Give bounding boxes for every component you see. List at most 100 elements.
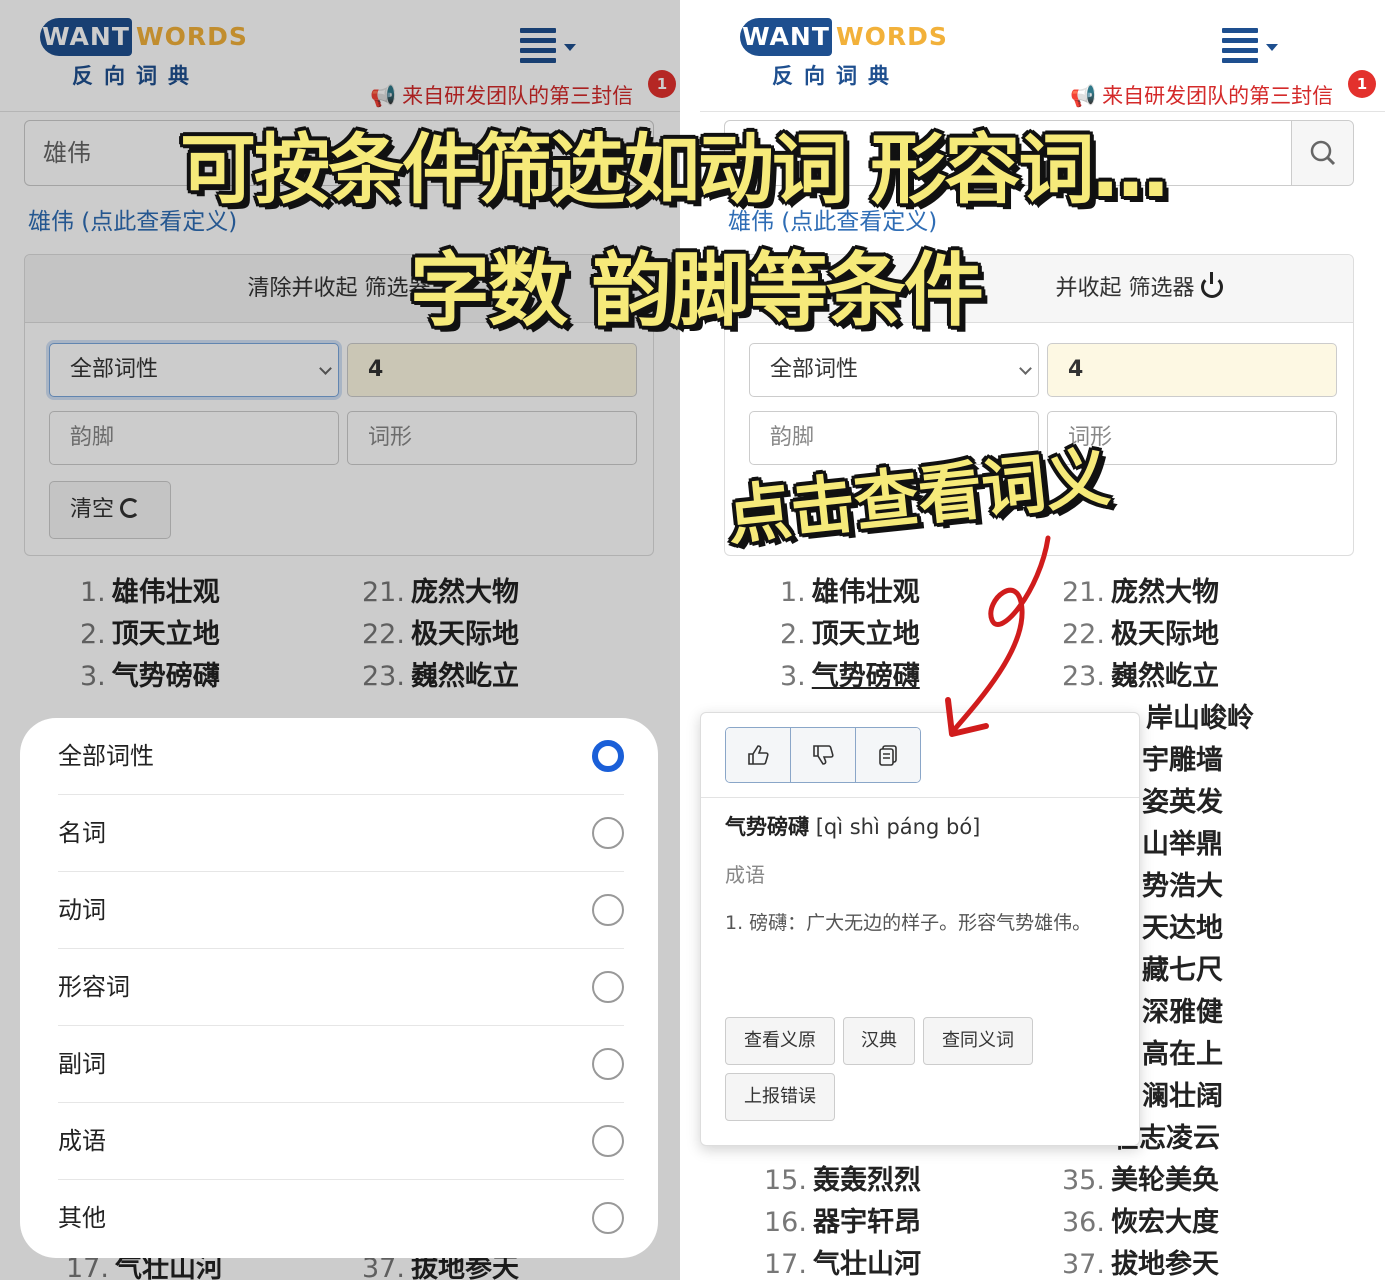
feedback-button-group <box>725 727 921 783</box>
length-input[interactable]: 4 <box>1047 343 1337 397</box>
item-word: 深雅健 <box>1142 997 1223 1028</box>
annotation-arrow-icon <box>945 535 1051 737</box>
item-number: 2. <box>780 619 806 650</box>
popover-divider <box>701 797 1139 798</box>
radio-icon[interactable] <box>592 1202 624 1234</box>
handian-button[interactable]: 汉典 <box>843 1017 915 1065</box>
item-number: 3. <box>780 661 806 692</box>
item-word: 器宇轩昂 <box>812 1207 921 1238</box>
definition-popover: 气势磅礴 [qì shì páng bó] 成语 1. 磅礴：广大无边的样子。形… <box>700 712 1140 1146</box>
item-number: 37. <box>1062 1249 1105 1280</box>
caption-line-2: 字数 韵脚等条件 <box>410 244 984 337</box>
list-item[interactable]: 势浩大 <box>1136 866 1223 908</box>
option-adverb[interactable]: 副词 <box>58 1026 624 1103</box>
search-button[interactable] <box>1291 121 1353 185</box>
item-word: 气壮山河 <box>812 1249 921 1280</box>
megaphone-icon: 📢 <box>1070 84 1097 108</box>
list-item[interactable]: 天达地 <box>1136 908 1223 950</box>
copy-icon <box>879 745 897 766</box>
radio-icon[interactable] <box>592 894 624 926</box>
popover-pinyin: [qì shì páng bó] <box>815 815 981 839</box>
list-item[interactable]: 澜壮阔 <box>1136 1076 1223 1118</box>
thumbs-up-button[interactable] <box>726 728 791 782</box>
list-item[interactable]: 17. 气壮山河 <box>764 1244 921 1280</box>
popover-pos-tag: 成语 <box>725 863 765 887</box>
item-word: 藏七尺 <box>1142 955 1223 986</box>
thumbs-down-icon <box>813 745 834 765</box>
item-number: 36. <box>1062 1207 1105 1238</box>
copy-button[interactable] <box>856 728 920 782</box>
option-all[interactable]: 全部词性 <box>58 718 624 795</box>
list-item[interactable]: 36. 恢宏大度 <box>1062 1202 1219 1244</box>
app-header: WANT WORDS 反向词典 📢 来自研发团队的第三封信 1 <box>700 0 1385 112</box>
pos-select[interactable]: 全部词性 <box>749 343 1039 397</box>
filter-header-label: 并收起 筛选器 <box>1055 276 1195 301</box>
logo-want: WANT <box>740 18 832 56</box>
radio-icon[interactable] <box>592 817 624 849</box>
list-item[interactable]: 35. 美轮美奂 <box>1062 1160 1219 1202</box>
radio-selected-icon[interactable] <box>592 740 624 772</box>
synonyms-button[interactable]: 查同义词 <box>923 1017 1033 1065</box>
item-word: 姿英发 <box>1142 787 1223 818</box>
option-other[interactable]: 其他 <box>58 1180 624 1257</box>
item-word: 山举鼎 <box>1142 829 1223 860</box>
option-verb[interactable]: 动词 <box>58 872 624 949</box>
option-label: 形容词 <box>58 973 130 1001</box>
item-number: 1. <box>780 577 806 608</box>
list-item[interactable]: 岸山峻岭 <box>1140 698 1254 740</box>
list-item[interactable]: 1. 雄伟壮观 <box>780 572 920 614</box>
hamburger-icon <box>1222 28 1258 64</box>
popover-title: 气势磅礴 [qì shì páng bó] <box>725 811 980 841</box>
list-item[interactable]: 21. 庞然大物 <box>1062 572 1219 614</box>
option-label: 副词 <box>58 1050 106 1078</box>
list-item[interactable]: 山举鼎 <box>1136 824 1223 866</box>
list-item[interactable]: 37. 拔地参天 <box>1062 1244 1219 1280</box>
option-adjective[interactable]: 形容词 <box>58 949 624 1026</box>
notice-link[interactable]: 📢 来自研发团队的第三封信 <box>1070 80 1333 110</box>
list-item[interactable]: 姿英发 <box>1136 782 1223 824</box>
item-number: 21. <box>1062 577 1105 608</box>
pos-select-value: 全部词性 <box>770 357 859 382</box>
radio-icon[interactable] <box>592 1125 624 1157</box>
radio-icon[interactable] <box>592 1048 624 1080</box>
list-item[interactable]: 高在上 <box>1136 1034 1223 1076</box>
option-label: 成语 <box>58 1127 106 1155</box>
item-word: 岸山峻岭 <box>1146 703 1254 734</box>
item-word: 气势磅礴 <box>811 661 920 692</box>
item-word: 轰轰烈烈 <box>812 1165 921 1196</box>
wantwords-logo[interactable]: WANT WORDS 反向词典 <box>740 14 947 88</box>
item-number: 23. <box>1062 661 1105 692</box>
report-error-button[interactable]: 上报错误 <box>725 1073 835 1121</box>
list-item[interactable]: 藏七尺 <box>1136 950 1223 992</box>
item-word: 雄伟壮观 <box>811 577 920 608</box>
thumbs-down-button[interactable] <box>791 728 856 782</box>
list-item[interactable]: 23. 巍然屹立 <box>1062 656 1219 698</box>
list-item[interactable]: 深雅健 <box>1136 992 1223 1034</box>
caption-line-1: 可按条件筛选如动词 形容词… <box>180 125 1168 214</box>
item-word: 势浩大 <box>1142 871 1223 902</box>
chevron-down-icon <box>1019 362 1032 375</box>
menu-button[interactable] <box>1222 28 1282 68</box>
logo-words: WORDS <box>836 22 948 51</box>
item-word: 巍然屹立 <box>1110 661 1219 692</box>
thumbs-up-icon <box>748 745 769 765</box>
list-item[interactable]: 3. 气势磅礴 <box>780 656 920 698</box>
notice-text: 来自研发团队的第三封信 <box>1102 84 1334 108</box>
list-item[interactable]: 2. 顶天立地 <box>780 614 920 656</box>
list-item[interactable]: 16. 器宇轩昂 <box>764 1202 921 1244</box>
list-item[interactable]: 22. 极天际地 <box>1062 614 1219 656</box>
option-label: 全部词性 <box>58 742 154 770</box>
list-item[interactable]: 宇雕墙 <box>1136 740 1223 782</box>
item-word: 恢宏大度 <box>1110 1207 1219 1238</box>
logo-subtitle: 反向词典 <box>772 64 900 88</box>
option-noun[interactable]: 名词 <box>58 795 624 872</box>
power-icon <box>1200 272 1223 298</box>
list-item[interactable]: 15. 轰轰烈烈 <box>764 1160 921 1202</box>
popover-definition: 1. 磅礴：广大无边的样子。形容气势雄伟。 <box>725 912 1092 934</box>
item-number: 22. <box>1062 619 1105 650</box>
item-number: 17. <box>764 1249 807 1280</box>
option-idiom[interactable]: 成语 <box>58 1103 624 1180</box>
search-icon <box>1310 140 1336 166</box>
view-sememe-button[interactable]: 查看义原 <box>725 1017 835 1065</box>
radio-icon[interactable] <box>592 971 624 1003</box>
